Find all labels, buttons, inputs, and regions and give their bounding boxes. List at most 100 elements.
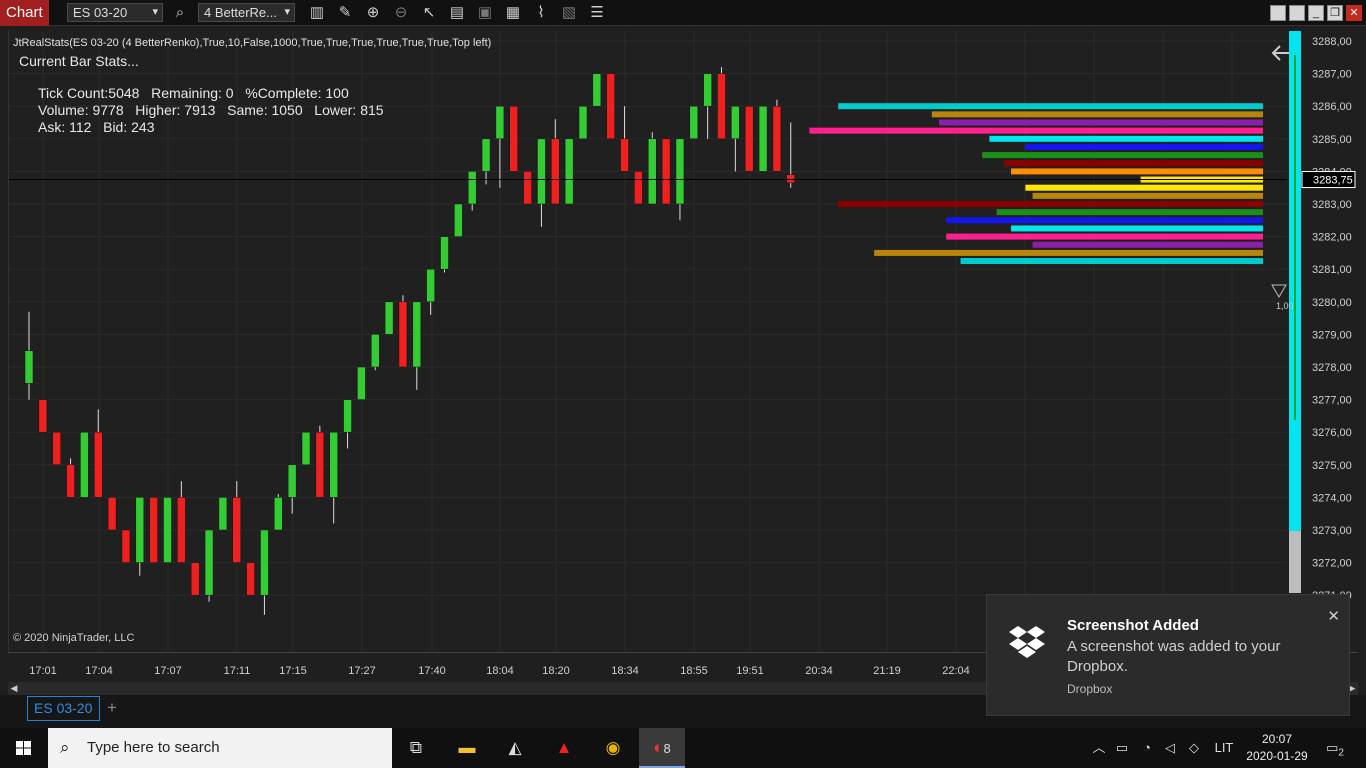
time-tick-label: 17:07 [154, 665, 182, 677]
candle-up [675, 138, 685, 205]
notifications-icon[interactable]: ▭2 [1320, 728, 1350, 768]
add-tab-button[interactable]: + [102, 697, 122, 719]
candle-down [661, 138, 671, 205]
candle-up [578, 105, 588, 140]
side-marker-label: 1,00 [1276, 301, 1294, 311]
candle-up [537, 138, 546, 205]
candle-up [135, 497, 145, 563]
time-tick-label: 18:34 [611, 665, 639, 677]
time-tick-label: 17:04 [85, 665, 113, 677]
dropbox-tray-icon[interactable]: ◇ [1184, 728, 1204, 768]
ninjatrader-window: Chart ES 03-20 ▾ ⌕ 4 BetterRe... ▾ ▥ ✎ ⊕ ⊖… [0, 0, 1366, 768]
search-icon: ⌕ [60, 738, 70, 757]
candle-down [634, 171, 643, 205]
time-tick-label: 18:04 [486, 665, 514, 677]
volume-profile-bar [960, 258, 1263, 265]
taskbar-search-input[interactable]: ⌕ Type here to search [48, 728, 392, 768]
candle-down [107, 497, 117, 531]
chevron-up-icon[interactable]: ︿ [1090, 728, 1108, 768]
price-tick-label: 3288,00 [1312, 36, 1352, 48]
candle-down [717, 73, 726, 140]
volume-icon[interactable]: ◁ [1160, 728, 1180, 768]
time-tick-label: 17:15 [279, 665, 307, 677]
dropbox-notification[interactable]: Screenshot Added A screenshot was added … [986, 594, 1350, 716]
candle-down [177, 497, 186, 563]
candle-up [218, 497, 228, 531]
candle-up [592, 73, 602, 107]
candle-up [204, 529, 214, 596]
candle-up [440, 236, 449, 270]
volume-profile-bar [1011, 168, 1263, 175]
stats-line-ticks: Tick Count:5048 Remaining: 0 %Complete: … [38, 85, 349, 101]
app-fox-icon[interactable]: ◭ [492, 728, 538, 768]
candle-up [564, 138, 574, 205]
candle-down [94, 431, 103, 498]
volume-profile-bar [982, 152, 1263, 159]
battery-icon[interactable]: ▭ [1112, 728, 1132, 768]
candle-up [467, 171, 477, 205]
price-tick-label: 3273,00 [1312, 525, 1352, 537]
back-arrow-icon [1271, 45, 1289, 61]
file-explorer-icon[interactable]: ▬ [444, 728, 490, 768]
volume-profile-bar [1011, 225, 1263, 232]
dropbox-icon [1009, 626, 1045, 658]
triangle-down-icon [1271, 284, 1287, 298]
time-tick-label: 17:40 [418, 665, 446, 677]
time-tick-label: 17:27 [348, 665, 376, 677]
candle-down [38, 399, 48, 433]
candle-up [24, 350, 34, 384]
time-tick-label: 17:01 [29, 665, 57, 677]
chrome-icon[interactable]: ◉ [590, 728, 636, 768]
candle-down [786, 174, 795, 184]
candle-down [66, 464, 75, 498]
candle-up [412, 301, 422, 368]
candle-down [606, 73, 615, 140]
scroll-left-icon[interactable]: ◀ [8, 682, 20, 695]
volume-profile-bar [1032, 192, 1263, 199]
candle-down [744, 105, 754, 172]
candle-up [648, 138, 657, 205]
tab-es-03-20[interactable]: ES 03-20 [27, 696, 100, 721]
windows-taskbar: ⌕ Type here to search ⧉ ▬ ◭ ▲ ◉ ◐8 ︿ ▭ ◔… [0, 728, 1366, 768]
task-view-icon[interactable]: ⧉ [393, 728, 439, 768]
clock[interactable]: 20:07 2020-01-29 [1242, 731, 1312, 765]
candle-up [731, 105, 740, 140]
candle-up [287, 464, 297, 498]
price-tick-label: 3287,00 [1312, 69, 1352, 81]
candle-down [190, 562, 200, 596]
clock-date: 2020-01-29 [1246, 749, 1308, 763]
candle-down [246, 562, 255, 596]
ninja-badge: 8 [663, 741, 671, 756]
candle-down [121, 529, 131, 563]
volume-profile-bar [1032, 241, 1263, 248]
close-icon[interactable]: ✕ [1327, 607, 1340, 625]
candle-up [703, 73, 712, 107]
wifi-icon[interactable]: ◔ [1137, 728, 1157, 768]
stats-line-volume: Volume: 9778 Higher: 7913 Same: 1050 Low… [38, 102, 384, 118]
price-tick-label: 3279,00 [1312, 329, 1352, 341]
time-tick-label: 18:55 [680, 665, 708, 677]
candle-up [163, 497, 172, 563]
volume-profile-bar [1025, 143, 1263, 150]
ninjatrader-icon[interactable]: ◐8 [639, 728, 685, 768]
toast-title: Screenshot Added [1067, 617, 1199, 634]
candle-up [495, 105, 505, 140]
candle-up [758, 105, 768, 172]
candle-down [315, 431, 325, 498]
language-indicator[interactable]: LIT [1210, 728, 1238, 768]
volume-gauge-remaining [1289, 531, 1301, 593]
indicator-label: JtRealStats(ES 03-20 (4 BetterRenko),Tru… [13, 37, 492, 49]
price-tick-label: 3278,00 [1312, 362, 1352, 374]
windows-start-icon[interactable] [0, 728, 48, 768]
volume-profile-bar [946, 233, 1263, 240]
candle-up [274, 497, 283, 531]
candle-up [384, 301, 394, 335]
volume-profile-bar [996, 209, 1263, 216]
price-tick-label: 3281,00 [1312, 264, 1352, 276]
price-tick-label: 3286,00 [1312, 101, 1352, 113]
acrobat-icon[interactable]: ▲ [541, 728, 587, 768]
toast-source: Dropbox [1067, 682, 1113, 696]
price-tick-label: 3285,00 [1312, 134, 1352, 146]
time-tick-label: 17:11 [224, 665, 251, 677]
candle-up [371, 334, 380, 368]
